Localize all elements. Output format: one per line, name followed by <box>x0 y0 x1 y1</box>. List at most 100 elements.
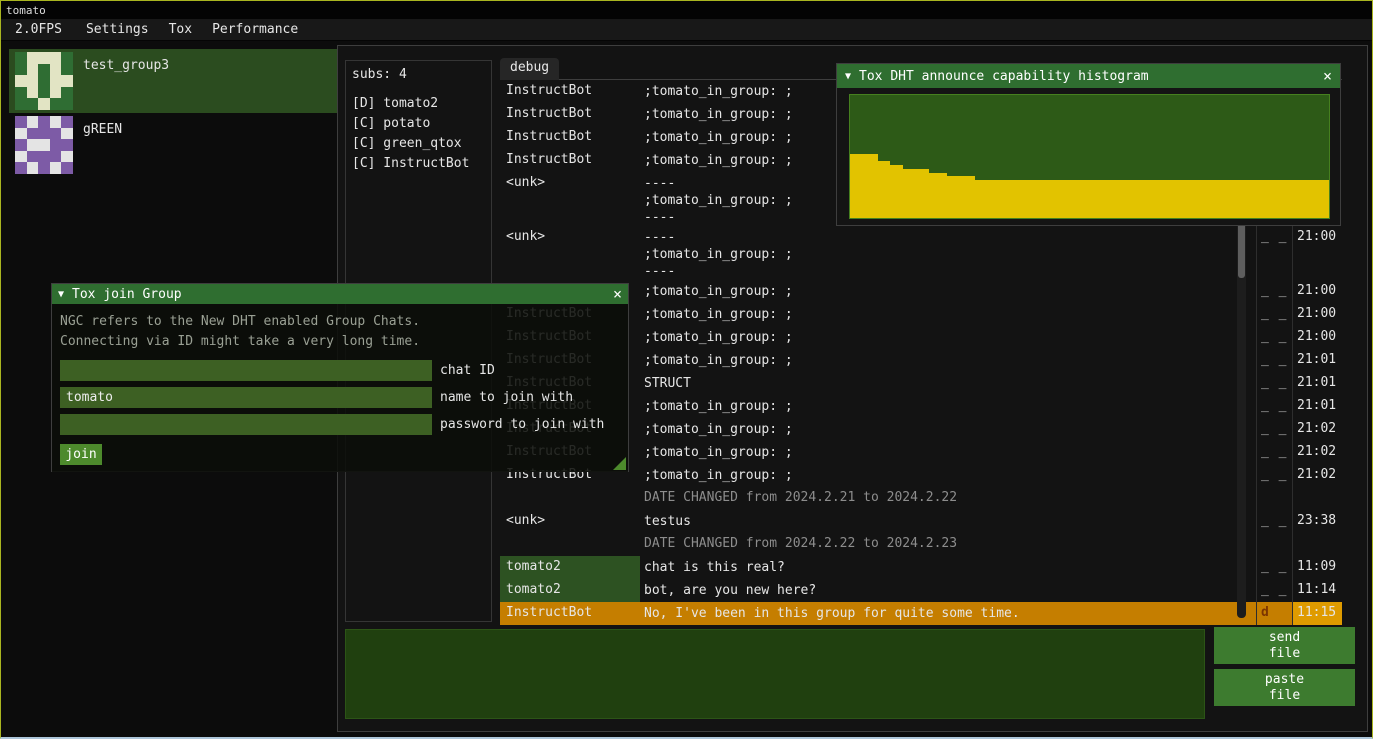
message-time: 21:00 <box>1292 280 1342 303</box>
join-name-input[interactable] <box>60 387 432 408</box>
member-item[interactable]: [C] InstructBot <box>352 154 485 174</box>
delivery-status <box>1256 487 1292 510</box>
histogram-window-titlebar[interactable]: ▼ Tox DHT announce capability histogram … <box>837 64 1340 88</box>
contact-item-gREEN[interactable]: gREEN <box>9 113 337 177</box>
avatar-pixel <box>15 52 27 64</box>
join-button[interactable]: join <box>60 444 102 465</box>
avatar-pixel <box>38 98 50 110</box>
join-password-input[interactable] <box>60 414 432 435</box>
message-row[interactable]: <unk>----;tomato_in_group: ;----_ _21:00 <box>500 226 1342 280</box>
collapse-arrow-icon[interactable]: ▼ <box>58 289 64 300</box>
message-row[interactable]: <unk>testus_ _23:38 <box>500 510 1342 533</box>
tab-debug[interactable]: debug <box>500 58 559 80</box>
date-changed-row[interactable]: DATE CHANGED from 2024.2.21 to 2024.2.22 <box>500 487 1342 510</box>
message-row[interactable]: tomato2bot, are you new here?_ _11:14 <box>500 579 1342 602</box>
message-time <box>1292 533 1342 556</box>
sender-name: <unk> <box>500 172 640 226</box>
avatar-pixel <box>50 75 62 87</box>
sender-name: InstructBot <box>500 602 640 625</box>
app-window: tomato 2.0FPS Settings Tox Performance t… <box>0 0 1373 739</box>
menu-settings[interactable]: Settings <box>76 22 159 37</box>
sender-name: InstructBot <box>500 103 640 126</box>
avatar-pixel <box>15 64 27 76</box>
message-text: chat is this real? <box>640 556 1256 579</box>
avatar-pixel <box>50 87 62 99</box>
resize-grip[interactable] <box>613 457 626 470</box>
avatar-pixel <box>50 98 62 110</box>
join-window-title: Tox join Group <box>72 287 182 302</box>
message-time: 21:00 <box>1292 303 1342 326</box>
message-time: 21:02 <box>1292 441 1342 464</box>
avatar-pixel <box>15 151 27 163</box>
avatar-pixel <box>38 151 50 163</box>
message-input[interactable] <box>345 629 1205 719</box>
join-window-titlebar[interactable]: ▼ Tox join Group × <box>52 284 628 304</box>
close-icon[interactable]: × <box>1323 67 1332 85</box>
avatar-pixel <box>27 52 39 64</box>
subs-count: subs: 4 <box>352 67 485 82</box>
avatar-pixel <box>50 151 62 163</box>
menu-performance[interactable]: Performance <box>202 22 308 37</box>
avatar-pixel <box>15 162 27 174</box>
send-file-button[interactable]: send file <box>1214 627 1355 664</box>
avatar-pixel <box>61 64 73 76</box>
sender-name: InstructBot <box>500 149 640 172</box>
date-changed-row[interactable]: DATE CHANGED from 2024.2.22 to 2024.2.23 <box>500 533 1342 556</box>
paste-file-button[interactable]: paste file <box>1214 669 1355 706</box>
message-text: No, I've been in this group for quite so… <box>640 602 1256 625</box>
message-time: 21:01 <box>1292 349 1342 372</box>
message-text: ----;tomato_in_group: ;---- <box>640 226 1256 280</box>
message-text: DATE CHANGED from 2024.2.21 to 2024.2.22 <box>640 487 1256 510</box>
member-item[interactable]: [C] potato <box>352 114 485 134</box>
message-time: 21:01 <box>1292 395 1342 418</box>
histogram-window: ▼ Tox DHT announce capability histogram … <box>836 63 1341 226</box>
avatar-pixel <box>50 64 62 76</box>
close-icon[interactable]: × <box>613 285 622 303</box>
avatar-pixel <box>61 128 73 140</box>
histogram-bar <box>850 154 878 218</box>
message-text: STRUCT <box>640 372 1256 395</box>
message-time: 11:09 <box>1292 556 1342 579</box>
join-name-label: name to join with <box>440 390 573 405</box>
window-title: tomato <box>6 4 46 17</box>
message-time: 23:38 <box>1292 510 1342 533</box>
message-time: 21:02 <box>1292 418 1342 441</box>
member-item[interactable]: [C] green_qtox <box>352 134 485 154</box>
contact-item-test_group3[interactable]: test_group3 <box>9 49 337 113</box>
message-row[interactable]: InstructBotNo, I've been in this group f… <box>500 602 1342 625</box>
histogram-bars <box>850 95 1329 218</box>
avatar-pixel <box>27 162 39 174</box>
collapse-arrow-icon[interactable]: ▼ <box>845 71 851 82</box>
message-text: DATE CHANGED from 2024.2.22 to 2024.2.23 <box>640 533 1256 556</box>
avatar-pixel <box>50 139 62 151</box>
sender-name: InstructBot <box>500 126 640 149</box>
chat-id-input[interactable] <box>60 360 432 381</box>
message-text: ;tomato_in_group: ; <box>640 349 1256 372</box>
delivery-status: _ _ <box>1256 464 1292 487</box>
histogram-bar <box>947 176 975 218</box>
message-row[interactable]: tomato2chat is this real?_ _11:09 <box>500 556 1342 579</box>
menu-bar: 2.0FPS Settings Tox Performance <box>1 19 1372 41</box>
histogram-bar <box>890 165 904 218</box>
contact-name: test_group3 <box>83 58 169 73</box>
avatar-pixel <box>38 75 50 87</box>
message-text: ;tomato_in_group: ; <box>640 395 1256 418</box>
fps-indicator: 2.0FPS <box>7 22 70 37</box>
sender-name: tomato2 <box>500 579 640 602</box>
member-item[interactable]: [D] tomato2 <box>352 94 485 114</box>
histogram-plot <box>849 94 1330 219</box>
sender-name <box>500 533 640 556</box>
delivery-status: _ _ <box>1256 372 1292 395</box>
delivery-status: _ _ <box>1256 303 1292 326</box>
avatar-pixel <box>50 128 62 140</box>
message-time: 21:00 <box>1292 226 1342 280</box>
menu-tox[interactable]: Tox <box>159 22 202 37</box>
delivery-status: _ _ <box>1256 395 1292 418</box>
avatar-pixel <box>61 52 73 64</box>
avatar-pixel <box>61 151 73 163</box>
avatar-pixel <box>38 139 50 151</box>
avatar-pixel <box>27 75 39 87</box>
delivery-status: _ _ <box>1256 579 1292 602</box>
join-group-window: ▼ Tox join Group × NGC refers to the New… <box>51 283 629 472</box>
avatar-pixel <box>27 116 39 128</box>
